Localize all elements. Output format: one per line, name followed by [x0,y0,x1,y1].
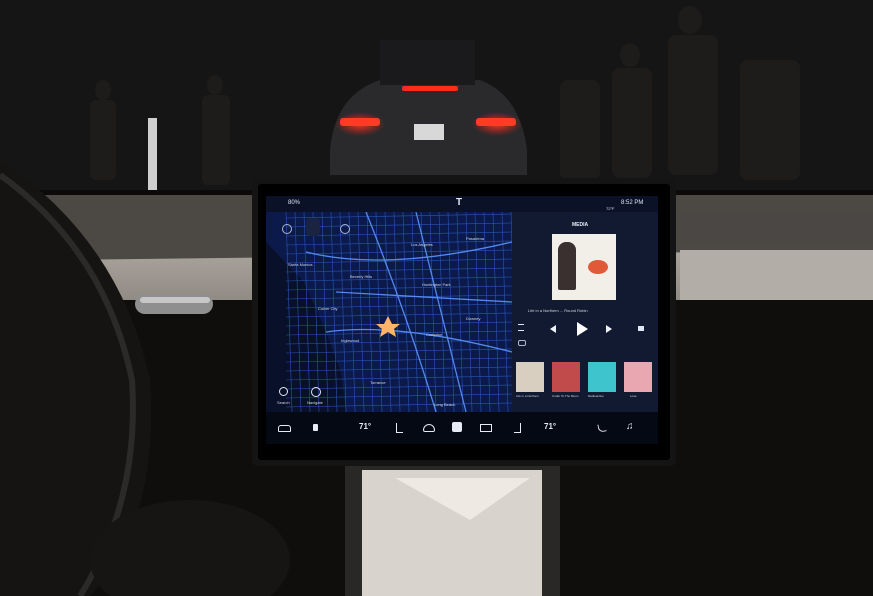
album-tile-label: Under To The Moon [552,394,579,398]
volume-icon[interactable] [638,326,644,331]
city-label: Pasadena [466,236,485,241]
album-tile[interactable] [552,362,580,392]
album-tile-label: Radioactive [588,394,604,398]
car-icon[interactable] [278,425,291,432]
battery-status-text: 80% [288,200,301,206]
defrost-icon[interactable] [423,424,435,432]
track-title: Life in a Northern ... Round Robin [528,308,588,313]
map-roads [266,211,518,413]
city-label: Los Angeles [411,242,433,247]
media-header: MEDIA [572,222,589,228]
album-tile[interactable] [588,362,616,392]
album-tile[interactable] [624,362,652,392]
city-label: Culver City [318,306,338,311]
album-tile-label: Lose [630,394,637,398]
bottom-control-bar: 71° 71° ♫ [266,412,658,444]
media-player-panel[interactable]: MEDIA Life in a Northern ... Round Robin… [512,212,658,412]
album-tile-label: Life in a Northern [516,394,540,398]
city-label: Long Beach [434,402,456,407]
search-label: Search [277,400,290,405]
seat-heater-icon[interactable] [396,423,403,433]
clock: 8:52 PM [621,200,644,206]
navigate-label: Navigate [307,400,323,405]
city-label: Beverly Hills [350,274,373,279]
rear-defrost-icon[interactable] [480,424,492,432]
phone-icon[interactable] [597,423,607,433]
map-compass-icon[interactable] [282,224,292,234]
next-track-icon[interactable] [606,325,612,333]
map-speed-badge [306,218,320,236]
play-icon[interactable] [577,322,588,336]
shuffle-icon[interactable] [518,324,524,331]
repeat-icon[interactable] [518,340,526,346]
outside-temperature: 72°F [606,206,615,211]
lock-icon[interactable] [313,424,318,431]
map-zoom-icon[interactable] [340,224,350,234]
driver-temperature[interactable]: 71° [359,422,371,431]
fan-icon[interactable] [452,422,462,432]
city-label: Downey [466,316,481,321]
city-label: Inglewood [341,338,360,343]
navigation-icon[interactable] [311,387,321,397]
album-tile[interactable] [516,362,544,392]
search-icon[interactable] [279,387,288,396]
album-art [552,234,616,300]
touchscreen[interactable]: 80% T 8:52 PM 72°F Los Angeles Beverly H… [266,196,658,444]
passenger-seat-heater-icon[interactable] [514,423,521,433]
status-bar: 80% T 8:52 PM 72°F [266,196,658,212]
navigation-map[interactable]: Los Angeles Beverly Hills Culver City In… [266,211,518,413]
tesla-logo-icon: T [456,197,463,208]
music-note-icon[interactable]: ♫ [626,421,634,432]
city-label: Santa Monica [288,262,313,267]
city-label: Huntington Park [422,282,451,287]
city-label: Compton [426,332,443,337]
city-label: Torrance [370,380,386,385]
bollard [148,118,157,190]
passenger-temperature[interactable]: 71° [544,422,556,431]
previous-track-icon[interactable] [550,325,556,333]
